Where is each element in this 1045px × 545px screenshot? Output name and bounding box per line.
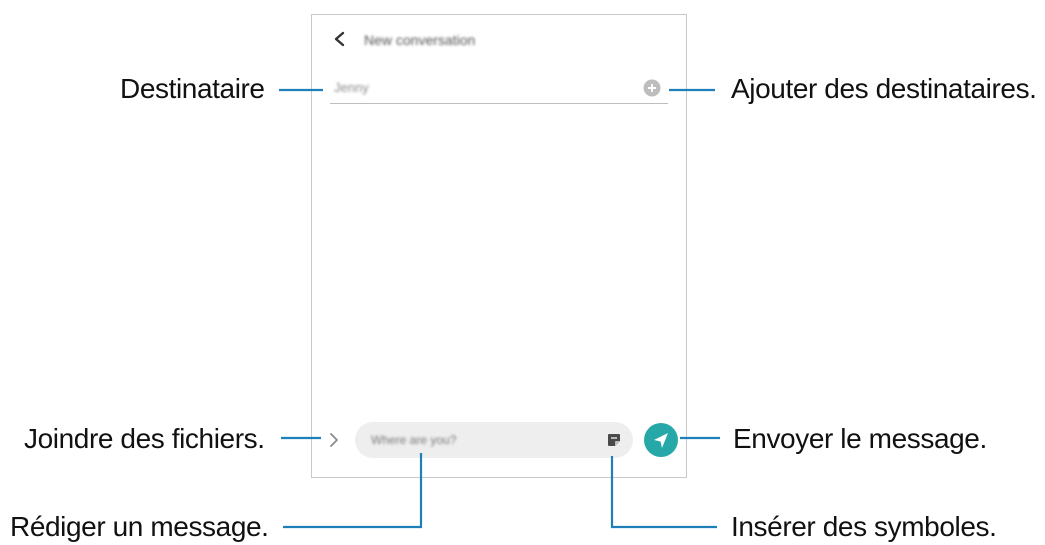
- callout-add-recipients: Ajouter des destinataires.: [731, 73, 1037, 104]
- chevron-right-icon: [330, 433, 338, 447]
- screen-title: New conversation: [364, 32, 476, 48]
- callout-compose-message: Rédiger un message.: [10, 511, 269, 542]
- recipient-field[interactable]: Jenny: [330, 73, 668, 103]
- send-button[interactable]: [644, 423, 678, 457]
- sticker-button[interactable]: [606, 432, 622, 448]
- message-placeholder: Where are you?: [371, 433, 457, 447]
- phone-screen: New conversation Jenny Where are you?: [311, 14, 687, 478]
- add-recipient-button[interactable]: [643, 79, 661, 97]
- callout-recipient: Destinataire: [120, 73, 265, 104]
- send-icon: [654, 433, 668, 448]
- message-input[interactable]: Where are you?: [355, 422, 633, 458]
- callout-attach-files: Joindre des fichiers.: [24, 423, 265, 454]
- recipient-value: Jenny: [334, 80, 369, 95]
- callout-send-message: Envoyer le message.: [733, 423, 987, 454]
- back-button[interactable]: [330, 29, 350, 49]
- recipient-divider: [330, 103, 668, 104]
- attach-button[interactable]: [326, 430, 342, 450]
- chevron-left-icon: [334, 31, 345, 47]
- plus-circle-icon: [643, 79, 661, 97]
- callout-insert-symbols: Insérer des symboles.: [731, 511, 997, 542]
- sticker-icon: [608, 434, 620, 446]
